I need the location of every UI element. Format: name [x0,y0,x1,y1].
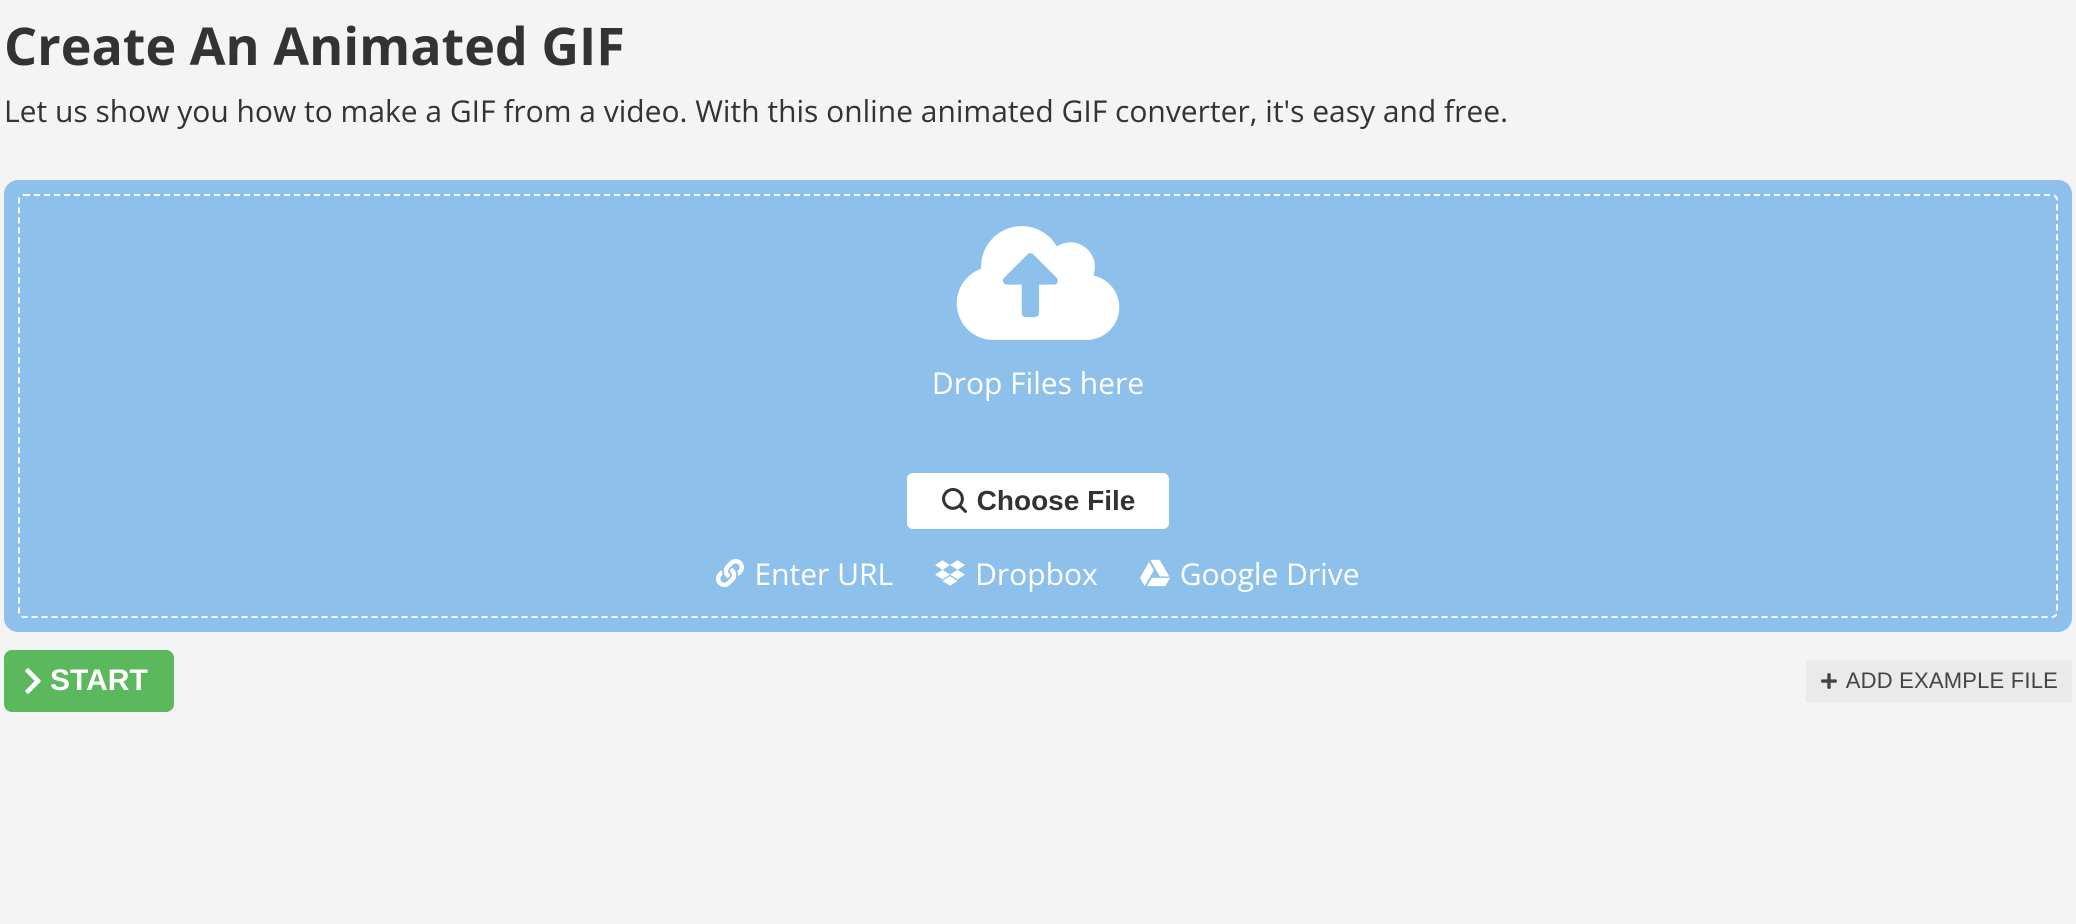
dropbox-button[interactable]: Dropbox [935,553,1098,594]
start-button[interactable]: START [4,650,174,712]
page-subtitle: Let us show you how to make a GIF from a… [4,91,2072,132]
dropbox-label: Dropbox [975,553,1098,594]
drop-files-label: Drop Files here [932,362,1144,403]
add-example-file-button[interactable]: ADD EXAMPLE FILE [1806,660,2072,702]
link-icon [716,559,744,587]
file-dropzone[interactable]: Drop Files here Choose File Enter URL [4,180,2072,632]
google-drive-icon [1140,558,1170,588]
dropzone-frame: Drop Files here Choose File Enter URL [18,194,2058,618]
dropbox-icon [935,558,965,588]
start-label: START [50,664,148,698]
cloud-upload-icon [953,218,1123,348]
plus-icon [1820,672,1838,690]
chevron-right-icon [22,666,44,696]
search-icon [941,488,967,514]
choose-file-label: Choose File [977,485,1136,517]
google-drive-label: Google Drive [1180,553,1360,594]
enter-url-button[interactable]: Enter URL [716,553,893,594]
add-example-file-label: ADD EXAMPLE FILE [1846,668,2058,694]
enter-url-label: Enter URL [754,553,893,594]
page-title: Create An Animated GIF [4,10,2072,81]
alternate-sources: Enter URL Dropbox Google Drive [20,553,2056,594]
choose-file-button[interactable]: Choose File [907,473,1170,529]
google-drive-button[interactable]: Google Drive [1140,553,1360,594]
action-row: START ADD EXAMPLE FILE [4,650,2072,712]
